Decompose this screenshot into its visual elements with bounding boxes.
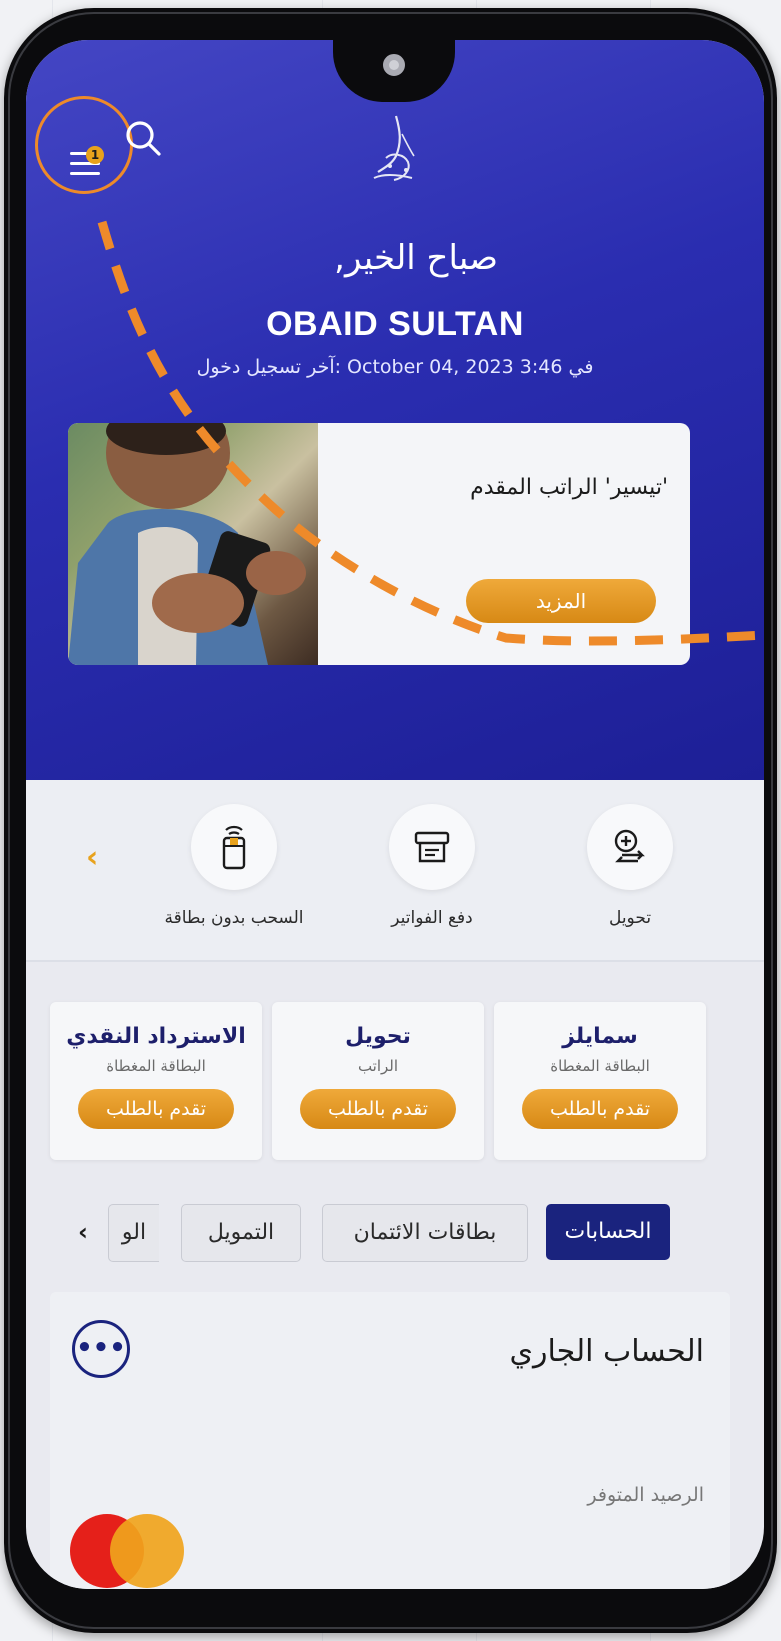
app-screen: 1 صباح الخير, OBAID SULTAN آخر تسجيل دخو…: [26, 40, 764, 1589]
offer-subtitle: البطاقة المغطاة: [550, 1057, 650, 1075]
apply-button[interactable]: تقدم بالطلب: [300, 1089, 456, 1129]
phone-frame: 1 صباح الخير, OBAID SULTAN آخر تسجيل دخو…: [4, 8, 777, 1633]
bank-logo-icon: [373, 115, 415, 181]
camera-notch: [333, 40, 455, 102]
cardless-withdrawal-icon: [222, 825, 246, 870]
menu-highlight-ring: [35, 96, 133, 194]
apply-button[interactable]: تقدم بالطلب: [78, 1089, 234, 1129]
person-with-phone-image: [68, 423, 306, 665]
balance-label: الرصيد المتوفر: [587, 1484, 704, 1506]
offer-subtitle: البطاقة المغطاة: [106, 1057, 206, 1075]
tab-financing[interactable]: التمويل: [181, 1204, 301, 1262]
account-card[interactable]: الحساب الجاري ••• الرصيد المتوفر: [50, 1292, 730, 1589]
quick-action-circle: [191, 804, 277, 890]
tab-accounts[interactable]: الحسابات: [546, 1204, 670, 1260]
tab-credit-cards[interactable]: بطاقات الائتمان: [322, 1204, 528, 1262]
transfer-icon: [614, 829, 645, 863]
hero-section: 1 صباح الخير, OBAID SULTAN آخر تسجيل دخو…: [26, 40, 764, 780]
quick-action-circle: [389, 804, 475, 890]
scroll-left-chevron-icon[interactable]: ‹: [86, 840, 98, 875]
quick-action-circle: [587, 804, 673, 890]
offer-title: سمايلز: [562, 1024, 638, 1049]
more-options-button[interactable]: •••: [72, 1320, 130, 1378]
offer-subtitle: الراتب: [357, 1057, 399, 1075]
tab-partial[interactable]: الو: [108, 1204, 159, 1262]
camera-icon: [383, 54, 405, 76]
offer-card-salary-transfer[interactable]: تحويل الراتب تقدم بالطلب: [272, 1002, 484, 1160]
offer-card-cashback[interactable]: الاسترداد النقدي البطاقة المغطاة تقدم با…: [50, 1002, 262, 1160]
quick-action-label: تحويل: [608, 908, 652, 928]
last-login-text: آخر تسجيل دخول: October 04, 2023 في 3:46: [196, 356, 594, 378]
offer-title: الاسترداد النقدي: [66, 1024, 246, 1049]
quick-action-bill-payment[interactable]: دفع الفواتير: [342, 780, 522, 928]
quick-action-cardless-withdrawal[interactable]: السحب بدون بطاقة: [144, 780, 324, 928]
quick-action-label: السحب بدون بطاقة: [164, 908, 304, 928]
bill-payment-icon: [414, 831, 450, 863]
search-icon[interactable]: [121, 116, 167, 162]
offer-card-smiles[interactable]: سمايلز البطاقة المغطاة تقدم بالطلب: [494, 1002, 706, 1160]
quick-actions-bar: تحويل دفع الفواتير السحب بدون بطاقة: [26, 780, 764, 962]
offer-title: تحويل: [345, 1024, 411, 1049]
tabs-scroll-chevron-icon[interactable]: ‹: [78, 1218, 88, 1246]
quick-action-transfer[interactable]: تحويل: [540, 780, 720, 928]
promo-title: 'تيسير' الراتب المقدم: [470, 475, 668, 500]
mastercard-logo-icon: [70, 1514, 190, 1588]
user-name: OBAID SULTAN: [266, 305, 524, 343]
greeting-text: صباح الخير,: [334, 238, 498, 278]
apply-button[interactable]: تقدم بالطلب: [522, 1089, 678, 1129]
account-title: الحساب الجاري: [509, 1334, 704, 1369]
promo-banner[interactable]: 'تيسير' الراتب المقدم المزيد: [68, 423, 690, 665]
mastercard-yellow-circle: [110, 1514, 184, 1588]
quick-action-label: دفع الفواتير: [391, 908, 473, 928]
promo-photo: [68, 423, 318, 665]
more-button[interactable]: المزيد: [466, 579, 656, 623]
